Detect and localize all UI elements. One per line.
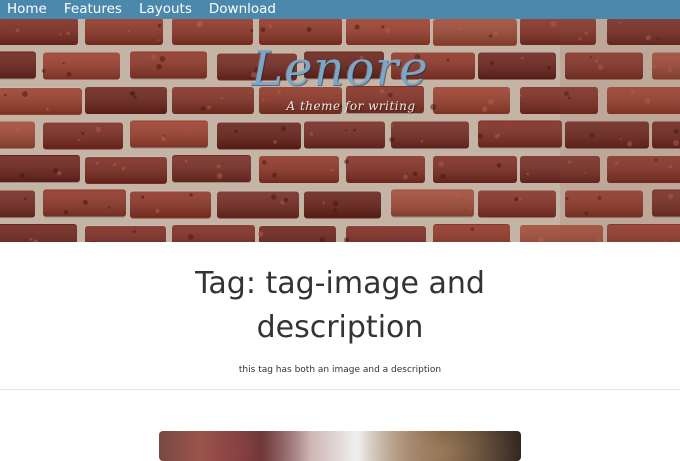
nav-download-link[interactable]: Download	[209, 0, 276, 19]
site-title-link[interactable]: Lenore	[0, 41, 680, 97]
section-divider	[0, 389, 680, 390]
nav-features-link[interactable]: Features	[64, 0, 122, 19]
site-branding: Lenore A theme for writing	[0, 41, 680, 113]
tag-description: this tag has both an image and a descrip…	[0, 364, 680, 376]
nav-home-link[interactable]: Home	[7, 0, 47, 19]
top-navigation: Home Features Layouts Download	[0, 0, 680, 19]
nav-layouts-link[interactable]: Layouts	[139, 0, 192, 19]
post-featured-image[interactable]	[159, 431, 521, 461]
site-header-hero: Lenore A theme for writing	[0, 19, 680, 242]
page-title: Tag: tag-image and description	[160, 262, 520, 350]
site-tagline: A theme for writing	[22, 99, 680, 113]
tag-archive-header: Tag: tag-image and description this tag …	[0, 262, 680, 376]
